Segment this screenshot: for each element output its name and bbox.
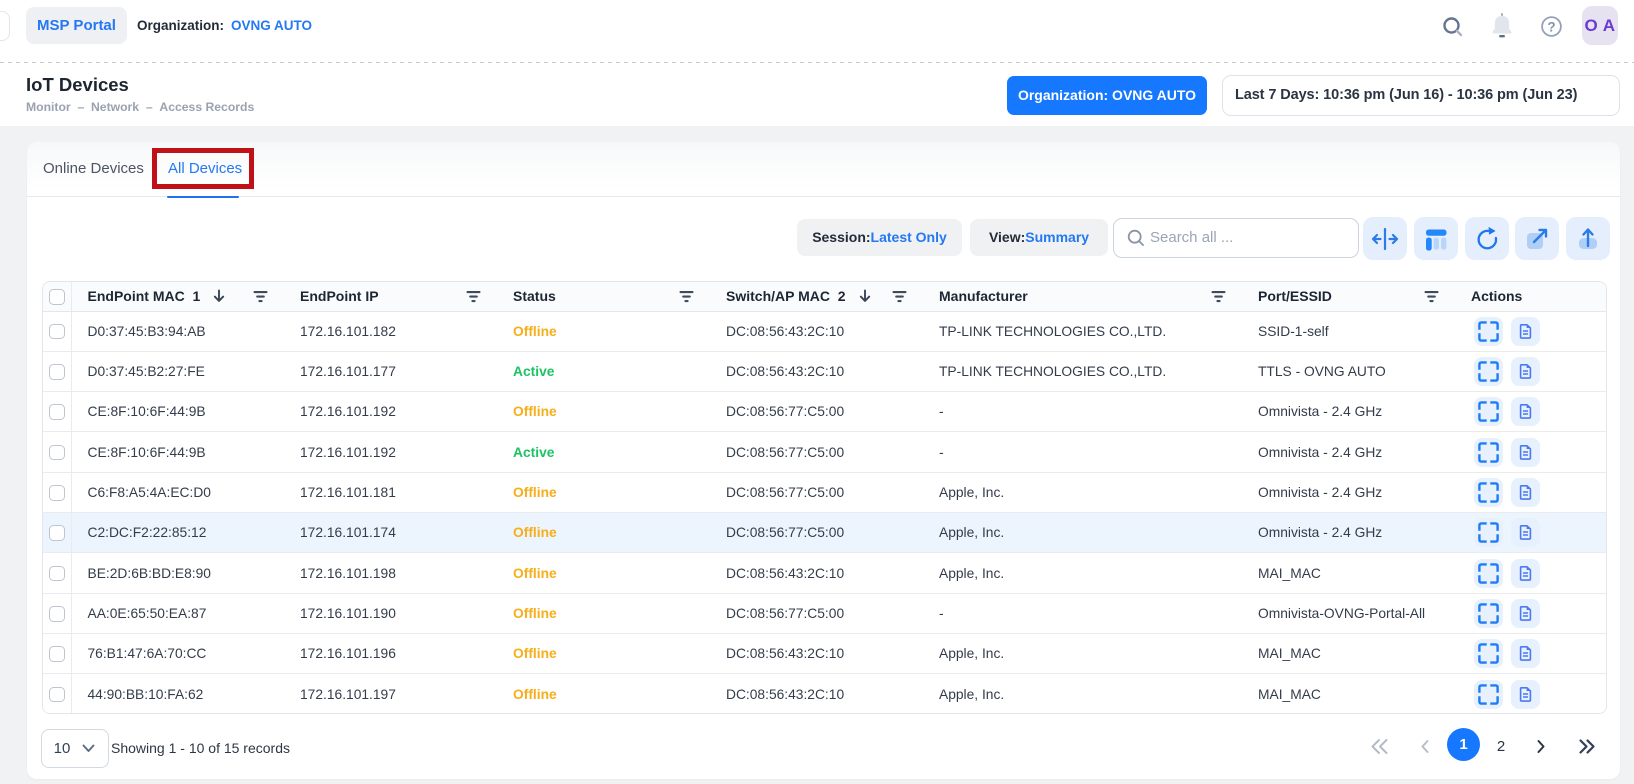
svg-text:?: ? (1547, 20, 1555, 35)
